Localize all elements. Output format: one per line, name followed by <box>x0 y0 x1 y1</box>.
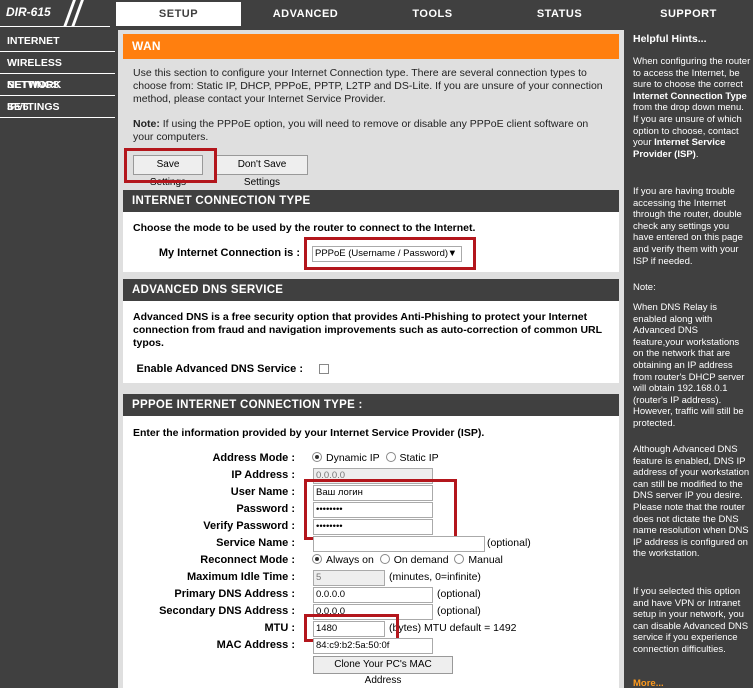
wan-note-text: If using the PPPoE option, you will need… <box>133 118 589 143</box>
advanced-dns-checkbox[interactable] <box>319 364 329 374</box>
sidebar-item-network[interactable]: NETWORK SETTINGS <box>0 74 115 113</box>
reconnect-mode-label: Reconnect Mode : <box>200 554 295 566</box>
static-ip-label: Static IP <box>399 452 439 464</box>
advanced-dns-label: Enable Advanced DNS Service : <box>136 363 304 375</box>
connection-type-label: My Internet Connection is : <box>158 247 300 259</box>
pppoe-title: PPPOE INTERNET CONNECTION TYPE : <box>123 394 619 416</box>
hint-dns-workstation: Although Advanced DNS feature is enabled… <box>633 444 750 560</box>
mac-address-label: MAC Address : <box>216 639 295 651</box>
wan-note: Note: If using the PPPoE option, you wil… <box>133 118 611 144</box>
more-link[interactable]: More... <box>633 678 751 688</box>
idle-time-field[interactable]: 5 <box>313 570 385 586</box>
on-demand-radio[interactable] <box>379 554 390 564</box>
sidebar: INTERNET WIRELESS SETTINGS NETWORK SETTI… <box>0 30 115 118</box>
sidebar-item-wireless[interactable]: WIRELESS SETTINGS <box>0 52 115 91</box>
tab-status[interactable]: STATUS <box>497 2 622 26</box>
hint-text: When configuring the router to access th… <box>633 56 751 91</box>
mtu-hint: (bytes) MTU default = 1492 <box>389 622 517 634</box>
always-on-label: Always on <box>326 554 374 566</box>
service-name-label: Service Name : <box>216 537 295 549</box>
helpful-hints-panel: Helpful Hints... When configuring the ro… <box>627 30 753 688</box>
tab-support[interactable]: SUPPORT <box>624 2 753 26</box>
wan-section: WAN Use this section to configure your I… <box>123 34 619 188</box>
verify-password-label: Verify Password : <box>203 520 295 532</box>
always-on-radio[interactable] <box>312 554 322 564</box>
sidebar-item-internet[interactable]: INTERNET <box>0 30 115 52</box>
manual-radio[interactable] <box>454 554 465 564</box>
tab-advanced[interactable]: ADVANCED <box>243 2 368 26</box>
wan-intro: Use this section to configure your Inter… <box>133 67 603 105</box>
clone-mac-button[interactable]: Clone Your PC's MAC Address <box>313 656 453 686</box>
model-name: DIR-615 <box>6 5 51 19</box>
hints-title: Helpful Hints... <box>633 33 707 45</box>
main-content: WAN Use this section to configure your I… <box>118 30 624 688</box>
secondary-dns-label: Secondary DNS Address : <box>159 605 295 617</box>
reconnect-mode-options: Always on On demand Manual <box>312 554 503 566</box>
connection-type-title: INTERNET CONNECTION TYPE <box>123 190 619 212</box>
highlight-box <box>124 148 217 183</box>
advanced-dns-description: Advanced DNS is a free security option t… <box>133 311 602 349</box>
secondary-dns-hint: (optional) <box>437 605 481 617</box>
connection-type-section: INTERNET CONNECTION TYPE Choose the mode… <box>123 190 619 272</box>
primary-dns-hint: (optional) <box>437 588 481 600</box>
user-name-label: User Name : <box>230 486 295 498</box>
hint-bold-text: Internet Connection Type <box>633 90 747 102</box>
advanced-dns-section: ADVANCED DNS SERVICE Advanced DNS is a f… <box>123 279 619 383</box>
hint-dns-relay: When DNS Relay is enabled along with Adv… <box>633 302 745 429</box>
password-label: Password : <box>236 503 295 515</box>
dynamic-ip-radio[interactable] <box>312 452 322 462</box>
hint-connection-type: When configuring the router to access th… <box>633 56 751 160</box>
tab-setup[interactable]: SETUP <box>116 2 241 26</box>
highlight-box <box>304 479 457 540</box>
wan-note-label: Note: <box>133 118 160 130</box>
address-mode-label: Address Mode : <box>212 452 295 464</box>
highlight-box <box>304 237 476 270</box>
primary-dns-label: Primary DNS Address : <box>174 588 295 600</box>
primary-dns-field[interactable]: 0.0.0.0 <box>313 587 433 603</box>
mac-address-field[interactable]: 84:c9:b2:5a:50:0f <box>313 638 433 654</box>
hint-trouble: If you are having trouble accessing the … <box>633 186 743 267</box>
tab-tools[interactable]: TOOLS <box>370 2 495 26</box>
pppoe-intro: Enter the information provided by your I… <box>133 427 485 439</box>
static-ip-radio[interactable] <box>385 452 396 462</box>
manual-label: Manual <box>468 554 503 566</box>
on-demand-label: On demand <box>393 554 449 566</box>
advanced-dns-title: ADVANCED DNS SERVICE <box>123 279 619 301</box>
idle-time-label: Maximum Idle Time : <box>187 571 295 583</box>
service-name-field[interactable] <box>313 536 485 552</box>
idle-time-hint: (minutes, 0=infinite) <box>389 571 481 583</box>
ip-address-label: IP Address : <box>231 469 295 481</box>
main-tabs: SETUP ADVANCED TOOLS STATUS SUPPORT <box>116 2 753 26</box>
mtu-label: MTU : <box>264 622 295 634</box>
hint-note-label: Note: <box>633 282 656 293</box>
hint-vpn: If you selected this option and have VPN… <box>633 586 749 655</box>
service-name-hint: (optional) <box>487 537 531 549</box>
hint-text: . <box>695 148 699 160</box>
dont-save-settings-button[interactable]: Don't Save Settings <box>216 155 308 188</box>
wan-title: WAN <box>123 34 619 59</box>
model-logo: DIR-615 <box>0 0 110 27</box>
connection-type-prompt: Choose the mode to be used by the router… <box>133 222 476 234</box>
address-mode-options: Dynamic IP Static IP <box>312 452 439 464</box>
pppoe-section: PPPOE INTERNET CONNECTION TYPE : Enter t… <box>123 394 619 688</box>
dynamic-ip-label: Dynamic IP <box>326 452 380 464</box>
